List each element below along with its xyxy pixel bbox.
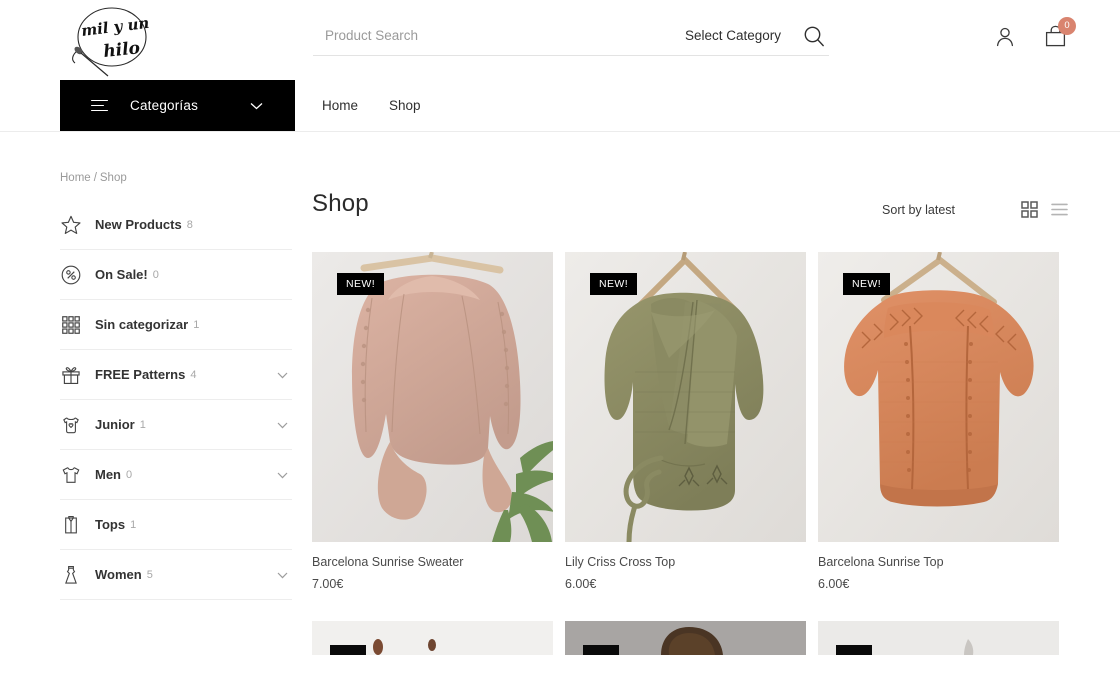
product-price: 6.00€ xyxy=(818,577,850,591)
onesie-icon xyxy=(60,414,90,436)
sidebar-item-label: Women xyxy=(95,567,142,582)
product-card[interactable]: NEW! Barcelona Sunrise Top 6.00€ xyxy=(818,252,1059,591)
gift-box-icon xyxy=(60,364,90,386)
sidebar-item-count: 1 xyxy=(193,318,200,331)
sidebar-item-women[interactable]: Women 5 xyxy=(60,550,292,600)
sidebar-item-label: Men xyxy=(95,467,121,482)
page-title: Shop xyxy=(312,190,369,217)
grid-squares-icon xyxy=(60,314,90,336)
view-mode-toggle xyxy=(1021,201,1068,218)
product-image[interactable] xyxy=(312,621,553,655)
tshirt-icon xyxy=(60,464,90,486)
sidebar-item-label: New Products xyxy=(95,217,182,232)
sidebar-item-count: 1 xyxy=(130,518,137,531)
sidebar-item-count: 8 xyxy=(186,218,193,231)
shirt-icon xyxy=(60,514,90,536)
sidebar-item-count: 0 xyxy=(152,268,159,281)
product-title[interactable]: Lily Criss Cross Top xyxy=(565,555,806,569)
shop-toolbar: Shop Sort by latest xyxy=(312,132,1068,226)
grid-view-icon[interactable] xyxy=(1021,201,1038,218)
sidebar-item-junior[interactable]: Junior 1 xyxy=(60,400,292,450)
sidebar-item-label: Junior xyxy=(95,417,135,432)
svg-text:mil y un: mil y un xyxy=(80,14,150,40)
product-title[interactable]: Barcelona Sunrise Top xyxy=(818,555,1059,569)
page-body: Home / Shop New Products 8 On Sale! 0 Si… xyxy=(0,132,1120,679)
sidebar-item-new-products[interactable]: New Products 8 xyxy=(60,200,292,250)
sidebar-item-label: FREE Patterns xyxy=(95,367,186,382)
nav-link-shop[interactable]: Shop xyxy=(389,98,421,113)
percent-circle-icon xyxy=(60,264,90,286)
new-badge: NEW! xyxy=(337,273,385,295)
sort-by-dropdown[interactable]: Sort by latest xyxy=(882,203,955,217)
product-search-bar: Select Category xyxy=(313,22,829,56)
hamburger-icon xyxy=(91,99,108,112)
sidebar-item-count: 0 xyxy=(126,468,133,481)
categories-dropdown-button[interactable]: Categorías xyxy=(60,80,295,131)
nav-link-home[interactable]: Home xyxy=(322,98,358,113)
sidebar-item-on-sale[interactable]: On Sale! 0 xyxy=(60,250,292,300)
product-grid-row-2 xyxy=(312,621,1068,655)
sidebar-item-label: Tops xyxy=(95,517,126,532)
chevron-down-icon[interactable] xyxy=(277,466,288,484)
shop-controls: Sort by latest xyxy=(882,201,1068,218)
product-card[interactable] xyxy=(818,621,1059,655)
star-icon xyxy=(60,214,90,236)
sidebar-item-count: 4 xyxy=(190,368,197,381)
product-card[interactable] xyxy=(312,621,553,655)
product-grid: NEW! Barcelona Sunrise Sweater 7.00€ NEW… xyxy=(312,252,1068,591)
product-card[interactable]: NEW! Lily Criss Cross Top 6.00€ xyxy=(565,252,806,591)
main-nav-links: Home Shop xyxy=(322,80,421,131)
breadcrumb: Home / Shop xyxy=(60,132,292,200)
breadcrumb-current: Shop xyxy=(99,172,127,184)
product-image[interactable]: NEW! xyxy=(565,252,806,542)
sidebar-item-sin-categorizar[interactable]: Sin categorizar 1 xyxy=(60,300,292,350)
nav-bar: Categorías Home Shop xyxy=(0,80,1120,132)
breadcrumb-home[interactable]: Home xyxy=(60,172,91,184)
dress-icon xyxy=(60,564,90,586)
product-image[interactable]: NEW! xyxy=(818,252,1059,542)
cart-count-badge: 0 xyxy=(1058,17,1076,35)
product-price: 6.00€ xyxy=(565,577,597,591)
product-card[interactable]: NEW! Barcelona Sunrise Sweater 7.00€ xyxy=(312,252,553,591)
sidebar-item-count: 1 xyxy=(139,418,146,431)
shop-page: mil y un hilo Select Category xyxy=(0,0,1120,679)
sidebar: Home / Shop New Products 8 On Sale! 0 Si… xyxy=(60,132,292,600)
shopping-bag-icon[interactable]: 0 xyxy=(1043,17,1076,54)
shop-content: Shop Sort by latest NEW! Barcelona Sunri… xyxy=(312,132,1068,655)
search-input[interactable] xyxy=(313,28,653,49)
chevron-down-icon[interactable] xyxy=(277,566,288,584)
product-card[interactable] xyxy=(565,621,806,655)
product-price: 7.00€ xyxy=(312,577,344,591)
new-badge: NEW! xyxy=(590,273,638,295)
product-image[interactable] xyxy=(565,621,806,655)
breadcrumb-separator: / xyxy=(93,172,97,184)
chevron-down-icon[interactable] xyxy=(277,366,288,384)
sidebar-item-label: On Sale! xyxy=(95,267,148,282)
header-actions: 0 xyxy=(993,17,1076,54)
svg-text:hilo: hilo xyxy=(102,38,141,62)
product-title[interactable]: Barcelona Sunrise Sweater xyxy=(312,555,553,569)
categories-button-label: Categorías xyxy=(130,98,199,113)
site-header: mil y un hilo Select Category xyxy=(0,0,1120,80)
product-image[interactable]: NEW! xyxy=(312,252,553,542)
search-icon[interactable] xyxy=(803,25,825,53)
select-category-dropdown[interactable]: Select Category xyxy=(685,28,781,49)
sidebar-item-free-patterns[interactable]: FREE Patterns 4 xyxy=(60,350,292,400)
sidebar-item-tops[interactable]: Tops 1 xyxy=(60,500,292,550)
product-image[interactable] xyxy=(818,621,1059,655)
site-logo[interactable]: mil y un hilo xyxy=(62,4,154,78)
sidebar-item-count: 5 xyxy=(146,568,153,581)
sidebar-item-label: Sin categorizar xyxy=(95,317,189,332)
chevron-down-icon xyxy=(250,97,263,115)
user-account-icon[interactable] xyxy=(993,25,1017,54)
chevron-down-icon[interactable] xyxy=(277,416,288,434)
list-view-icon[interactable] xyxy=(1051,201,1068,218)
sidebar-item-men[interactable]: Men 0 xyxy=(60,450,292,500)
new-badge: NEW! xyxy=(843,273,891,295)
